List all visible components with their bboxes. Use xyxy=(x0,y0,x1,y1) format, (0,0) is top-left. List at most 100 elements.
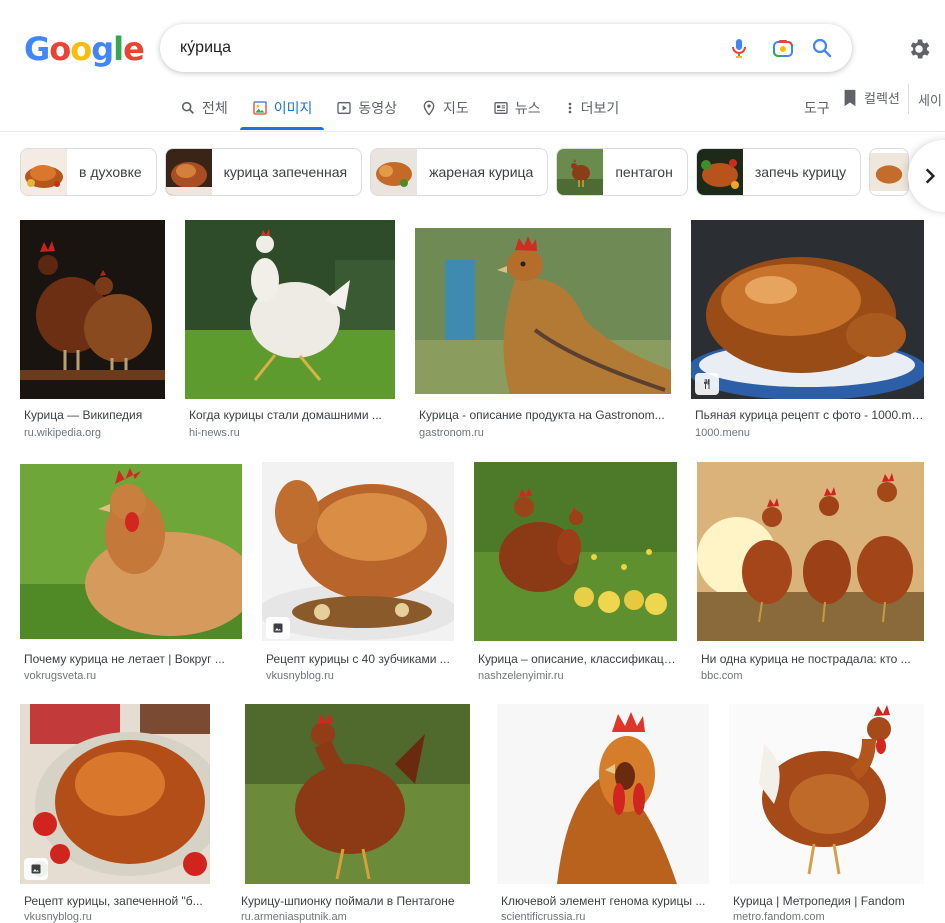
chips-next-button[interactable] xyxy=(908,140,945,212)
result-source: scientificrussia.ru xyxy=(501,911,586,923)
collections-button[interactable]: 컬렉션 xyxy=(842,88,900,107)
result-image[interactable] xyxy=(245,704,470,884)
logo-letter: G xyxy=(24,30,50,68)
result-source: vkusnyblog.ru xyxy=(266,670,334,682)
mic-icon[interactable] xyxy=(727,36,751,60)
tab-all[interactable]: 전체 xyxy=(168,86,240,130)
result-image[interactable] xyxy=(497,704,709,884)
tab-videos[interactable]: 동영상 xyxy=(324,86,409,130)
video-icon xyxy=(337,102,352,114)
search-tabs: 전체 이미지 동영상 지도 뉴스 더보기 xyxy=(168,86,631,130)
logo-letter: o xyxy=(49,30,71,68)
result-title[interactable]: Когда курицы стали домашними ... xyxy=(189,408,395,422)
logo-letter: l xyxy=(113,30,124,68)
bookmark-icon xyxy=(844,89,856,106)
map-pin-icon xyxy=(423,100,435,116)
divider xyxy=(0,131,945,132)
result-image[interactable] xyxy=(691,220,924,399)
tab-label: 뉴스 xyxy=(514,100,541,116)
image-result[interactable]: Пьяная курица рецепт с фото - 1000.menu … xyxy=(691,220,924,440)
chip-thumbnail xyxy=(21,149,67,195)
logo-letter: e xyxy=(123,30,145,68)
chip-related-search[interactable]: курица запеченная xyxy=(164,148,363,196)
result-source: ru.armeniasputnik.am xyxy=(241,911,347,923)
image-result[interactable]: Курица – описание, классификация ... nas… xyxy=(474,462,677,684)
image-result[interactable]: Ни одна курица не пострадала: кто ... bb… xyxy=(697,462,924,684)
result-title[interactable]: Курица | Метропедия | Fandom xyxy=(733,894,924,908)
result-title[interactable]: Ключевой элемент генома курицы ... xyxy=(501,894,709,908)
result-title[interactable]: Рецепт курицы с 40 зубчиками ... xyxy=(266,652,454,666)
image-result[interactable]: Рецепт курицы с 40 зубчиками ... vkusnyb… xyxy=(262,462,454,684)
tab-more[interactable]: 더보기 xyxy=(553,86,632,130)
image-result[interactable]: Рецепт курицы, запеченной "б... vkusnybl… xyxy=(20,704,210,923)
tools-button[interactable]: 도구 xyxy=(804,98,830,118)
result-title[interactable]: Пьяная курица рецепт с фото - 1000.menu xyxy=(695,408,924,422)
chevron-right-icon xyxy=(925,168,936,184)
image-result[interactable]: Почему курица не летает | Вокруг ... vok… xyxy=(20,464,242,684)
result-source: gastronom.ru xyxy=(419,427,484,439)
tab-maps[interactable]: 지도 xyxy=(409,86,481,130)
result-source: vokrugsveta.ru xyxy=(24,670,97,682)
result-title[interactable]: Курицу-шпионку поймали в Пентагоне xyxy=(241,894,473,908)
result-image[interactable] xyxy=(729,704,924,884)
chip-label: в духовке xyxy=(79,164,142,180)
result-title[interactable]: Ни одна курица не пострадала: кто ... xyxy=(701,652,924,666)
search-icon[interactable] xyxy=(810,36,834,60)
safe-search-label[interactable]: 세이 xyxy=(918,90,942,109)
news-icon xyxy=(494,102,508,114)
chip-label: запечь курицу xyxy=(754,164,847,180)
chip-related-search[interactable]: жареная курица xyxy=(370,148,549,196)
chip-label: жареная курица xyxy=(429,164,534,180)
chip-label: пентагон xyxy=(615,164,673,180)
image-result[interactable]: Курица — Википедия ru.wikipedia.org xyxy=(20,220,165,440)
tab-news[interactable]: 뉴스 xyxy=(481,86,553,130)
result-title[interactable]: Почему курица не летает | Вокруг ... xyxy=(24,652,238,666)
camera-lens-icon[interactable] xyxy=(771,36,795,60)
tab-label: 동영상 xyxy=(358,100,398,116)
result-source: hi-news.ru xyxy=(189,427,240,439)
search-input[interactable] xyxy=(180,24,720,72)
search-icon xyxy=(181,101,194,114)
image-result[interactable]: Ключевой элемент генома курицы ... scien… xyxy=(497,704,709,923)
result-image[interactable] xyxy=(20,704,210,884)
result-image[interactable] xyxy=(474,462,677,641)
chip-related-search[interactable]: запечь курицу xyxy=(695,148,862,196)
chip-related-search[interactable] xyxy=(869,148,910,196)
image-result[interactable]: Когда курицы стали домашними ... hi-news… xyxy=(185,220,395,440)
image-icon xyxy=(31,864,41,874)
chip-thumbnail xyxy=(870,153,909,191)
result-source: bbc.com xyxy=(701,670,743,682)
result-title[interactable]: Курица – описание, классификация ... xyxy=(478,652,677,666)
result-image[interactable] xyxy=(20,464,242,639)
chip-thumbnail xyxy=(165,149,212,195)
related-searches-chips: в духовке курица запеченная жареная кури… xyxy=(20,148,910,196)
tab-images[interactable]: 이미지 xyxy=(239,86,325,130)
result-source: 1000.menu xyxy=(695,427,751,439)
image-result[interactable]: Курицу-шпионку поймали в Пентагоне ru.ar… xyxy=(237,704,473,923)
result-title[interactable]: Рецепт курицы, запеченной "б... xyxy=(24,894,210,908)
logo-letter: o xyxy=(70,30,92,68)
chip-related-search[interactable]: в духовке xyxy=(20,148,157,196)
result-image[interactable] xyxy=(697,462,924,641)
result-image[interactable] xyxy=(262,462,454,641)
image-result[interactable]: Курица - описание продукта на Gastronom.… xyxy=(415,220,671,440)
chip-related-search[interactable]: пентагон xyxy=(556,148,688,196)
result-title[interactable]: Курица - описание продукта на Gastronom.… xyxy=(419,408,671,422)
chip-thumbnail xyxy=(371,149,418,195)
image-result[interactable]: Курица | Метропедия | Fandom metro.fando… xyxy=(729,704,924,923)
tab-label: 이미지 xyxy=(273,100,313,116)
result-title[interactable]: Курица — Википедия xyxy=(24,408,165,422)
google-logo[interactable]: Google xyxy=(24,30,145,68)
result-source: nashzelenyimir.ru xyxy=(478,670,564,682)
tab-label: 지도 xyxy=(443,100,469,116)
recipe-badge xyxy=(695,373,719,395)
logo-letter: g xyxy=(91,30,114,68)
result-source: vkusnyblog.ru xyxy=(24,911,92,923)
result-image[interactable] xyxy=(185,220,395,399)
result-image[interactable] xyxy=(415,220,671,399)
gear-icon[interactable] xyxy=(906,36,932,62)
result-image[interactable] xyxy=(20,220,165,399)
image-icon xyxy=(253,101,267,115)
result-source: metro.fandom.com xyxy=(733,911,825,923)
tab-label: 전체 xyxy=(202,100,228,116)
